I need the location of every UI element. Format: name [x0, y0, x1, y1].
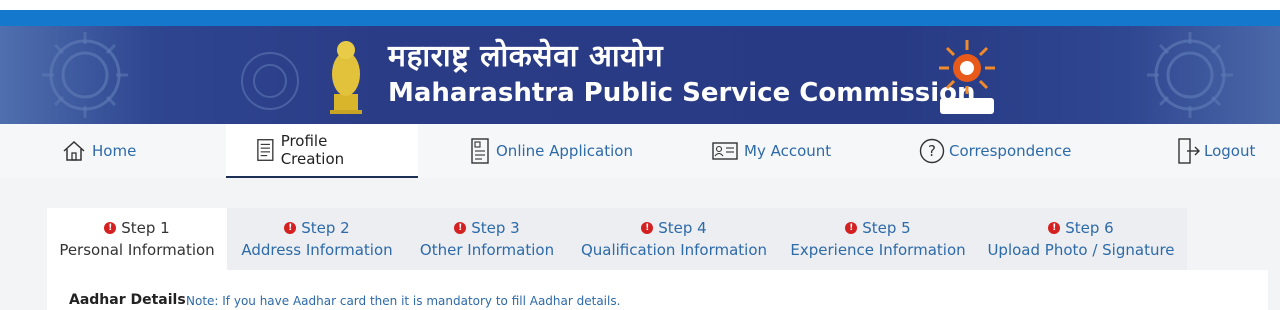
sun-emblem-decoration-icon: [42, 32, 128, 118]
tab-step-3-number: Step 3: [471, 219, 520, 237]
warning-icon: !: [1048, 222, 1061, 234]
nav-correspondence[interactable]: ? Correspondence: [919, 124, 1071, 178]
steps-area: ! Step 1 Personal Information ! Step 2 Add…: [0, 178, 1280, 310]
tab-step-6-label: Upload Photo / Signature: [987, 241, 1175, 259]
document-icon: [257, 139, 274, 161]
tab-step-1-label: Personal Information: [59, 241, 215, 259]
tab-step-1-number: Step 1: [121, 219, 170, 237]
aadhar-section-note: Note: If you have Aadhar card then it is…: [186, 294, 621, 308]
tab-step-5[interactable]: ! Step 5 Experience Information: [781, 208, 975, 270]
tab-step-2-number: Step 2: [301, 219, 350, 237]
id-card-icon: [712, 142, 738, 160]
home-icon: [63, 140, 85, 161]
aadhar-panel: Aadhar Details Note: If you have Aadhar …: [47, 270, 1268, 310]
tab-step-4-label: Qualification Information: [580, 241, 768, 259]
nav-home[interactable]: Home: [62, 124, 136, 178]
nav-home-label: Home: [92, 142, 137, 160]
tab-step-1[interactable]: ! Step 1 Personal Information: [47, 208, 227, 270]
nav-my-account-label: My Account: [744, 142, 832, 160]
question-icon: ?: [919, 138, 945, 164]
nav-online-application[interactable]: Online Application: [470, 124, 633, 178]
nav-logout[interactable]: Logout: [1177, 124, 1255, 178]
tab-step-4[interactable]: ! Step 4 Qualification Information: [567, 208, 781, 270]
banner-title-marathi: महाराष्ट्र लोकसेवा आयोग: [388, 39, 664, 74]
warning-icon: !: [641, 222, 654, 234]
svg-text:?: ?: [928, 142, 936, 160]
nav-my-account[interactable]: My Account: [712, 124, 831, 178]
warning-icon: !: [104, 222, 117, 234]
tab-step-3[interactable]: ! Step 3 Other Information: [407, 208, 567, 270]
nav-correspondence-label: Correspondence: [949, 142, 1072, 160]
sun-emblem-decoration-right-icon: [1147, 32, 1233, 118]
top-blue-bar: [0, 10, 1280, 26]
step-tabs: ! Step 1 Personal Information ! Step 2 Add…: [47, 208, 1187, 270]
warning-icon: !: [845, 222, 858, 234]
warning-icon: !: [454, 222, 467, 234]
main-navigation: Home Profile Creation Online Application: [0, 124, 1280, 178]
tab-step-6-number: Step 6: [1065, 219, 1114, 237]
warning-icon: !: [284, 222, 297, 234]
form-icon: [471, 138, 489, 164]
top-strip: [0, 0, 1280, 10]
aadhar-section-title: Aadhar Details: [69, 292, 186, 308]
circuit-decoration-icon: [241, 52, 299, 110]
national-emblem-icon: [330, 41, 362, 114]
mpsc-seal-icon: [939, 40, 995, 114]
tab-step-6[interactable]: ! Step 6 Upload Photo / Signature: [975, 208, 1187, 270]
nav-logout-label: Logout: [1204, 142, 1256, 160]
banner-title-english: Maharashtra Public Service Commission: [388, 78, 976, 108]
logout-icon: [1178, 138, 1200, 164]
tab-step-3-label: Other Information: [419, 241, 555, 259]
tab-step-2-label: Address Information: [241, 241, 393, 259]
tab-step-2[interactable]: ! Step 2 Address Information: [227, 208, 407, 270]
tab-step-5-number: Step 5: [862, 219, 911, 237]
nav-online-application-label: Online Application: [496, 142, 633, 160]
nav-profile-creation-label: Profile Creation: [280, 132, 345, 168]
header-banner: महाराष्ट्र लोकसेवा आयोग Maharashtra Publ…: [0, 26, 1280, 124]
nav-profile-creation[interactable]: Profile Creation: [226, 124, 418, 178]
tab-step-5-label: Experience Information: [790, 241, 966, 259]
tab-step-4-number: Step 4: [658, 219, 707, 237]
